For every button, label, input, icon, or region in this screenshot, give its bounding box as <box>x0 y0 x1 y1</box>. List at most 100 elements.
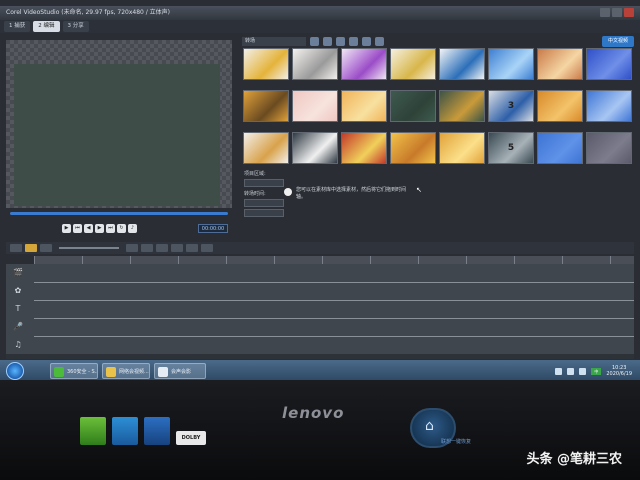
zoom-slider[interactable] <box>59 247 119 249</box>
play-icon[interactable]: ▶ <box>62 224 71 233</box>
repeat-icon[interactable]: ↻ <box>117 224 126 233</box>
library-thumbnail[interactable]: 5 <box>488 132 534 164</box>
mixer-icon[interactable] <box>171 244 183 252</box>
option-2-dropdown[interactable] <box>244 199 284 207</box>
taskbar-task[interactable]: 会声会影 <box>154 363 206 379</box>
next-frame-icon[interactable]: ▶ <box>95 224 104 233</box>
clock-date: 2020/6/19 <box>606 371 632 377</box>
thumbnail-number: 5 <box>507 143 515 153</box>
volume-tray-icon[interactable] <box>567 367 575 375</box>
library-thumbnail[interactable] <box>292 132 338 164</box>
start-button[interactable] <box>6 362 24 380</box>
option-1-dropdown[interactable] <box>244 179 284 187</box>
timeline-toolbar <box>6 242 634 254</box>
first-frame-icon[interactable]: ⏮ <box>73 224 82 233</box>
step-tab-1[interactable]: 1 捕获 <box>4 21 31 32</box>
library-thumbnail[interactable] <box>341 132 387 164</box>
library-hint-text: 您可以在素材库中选择素材，然后将它们拖到时间轴。 <box>296 187 407 200</box>
app-icon <box>106 367 116 377</box>
system-clock[interactable]: 10:23 2020/6/19 <box>606 365 632 377</box>
geforce-sticker <box>80 417 106 445</box>
library-thumbnail[interactable] <box>586 132 632 164</box>
app-title-bar: Corel VideoStudio (未命名, 29.97 fps, 720x4… <box>0 6 640 20</box>
app-icon <box>54 367 64 377</box>
network-icon[interactable] <box>555 367 563 375</box>
redo-icon[interactable] <box>141 244 153 252</box>
security-tray-icon[interactable] <box>579 367 587 375</box>
library-thumbnail[interactable] <box>586 90 632 122</box>
track-type-icon[interactable]: 🎬 <box>12 268 24 278</box>
option-2-label: 转场时间: <box>244 191 266 197</box>
library-thumbnail[interactable] <box>341 48 387 80</box>
volume-icon[interactable]: ♪ <box>128 224 137 233</box>
step-tab-2[interactable]: 2 编辑 <box>33 21 60 32</box>
library-thumbnail[interactable] <box>439 90 485 122</box>
taskbar-task[interactable]: 网络会视频... <box>102 363 150 379</box>
playback-controls: ▶ ⏮ ◀ ▶ ⏭ ↻ ♪ <box>62 224 137 233</box>
library-thumbnail[interactable] <box>292 48 338 80</box>
track-divider <box>34 282 634 283</box>
library-thumbnail[interactable] <box>488 48 534 80</box>
input-method-badge[interactable]: 中 <box>591 367 602 375</box>
prev-frame-icon[interactable]: ◀ <box>84 224 93 233</box>
preview-scrubber[interactable] <box>10 212 228 215</box>
track-manager-icon[interactable] <box>186 244 198 252</box>
library-thumbnail[interactable] <box>439 132 485 164</box>
settings-icon[interactable] <box>375 36 384 46</box>
undo-icon[interactable] <box>126 244 138 252</box>
timeline-view-icon[interactable] <box>25 244 37 252</box>
import-icon[interactable] <box>310 36 319 46</box>
library-thumbnail[interactable] <box>292 90 338 122</box>
thumbnail-number: 3 <box>507 101 515 111</box>
windows-sticker <box>112 417 138 445</box>
mouse-cursor-icon: ↖ <box>416 186 422 194</box>
library-thumbnail[interactable] <box>243 48 289 80</box>
taskbar-task[interactable]: 360安全 - S... <box>50 363 98 379</box>
maximize-button[interactable] <box>612 8 622 17</box>
track-type-icon[interactable]: ♫ <box>12 340 24 350</box>
recovery-button-label: 联想一键恢复 <box>441 439 472 445</box>
view-icon[interactable] <box>362 36 371 46</box>
timeline-scrollbar[interactable] <box>6 354 634 359</box>
track-type-icon[interactable]: 🎤 <box>12 322 24 332</box>
library-thumbnail[interactable] <box>439 48 485 80</box>
library-category-select[interactable]: 转场 <box>242 36 306 46</box>
track-divider <box>34 336 634 337</box>
library-thumbnail[interactable]: 3 <box>488 90 534 122</box>
library-thumbnail[interactable] <box>390 48 436 80</box>
library-thumbnail[interactable] <box>537 90 583 122</box>
chapter-icon[interactable] <box>201 244 213 252</box>
close-button[interactable] <box>624 8 634 17</box>
library-thumbnail[interactable] <box>586 48 632 80</box>
app-title: Corel VideoStudio (未命名, 29.97 fps, 720x4… <box>6 9 171 16</box>
step-tab-3[interactable]: 3 分享 <box>62 21 89 32</box>
library-thumbnail[interactable] <box>341 90 387 122</box>
effects-icon[interactable] <box>336 36 345 46</box>
taskbar-task-label: 360安全 - S... <box>67 369 98 375</box>
home-icon: ⌂ <box>425 418 434 434</box>
timecode-display[interactable]: 00:00:00 <box>198 224 228 233</box>
library-thumbnail-grid: 35 <box>243 48 635 164</box>
taskbar-task-label: 网络会视频... <box>119 369 149 375</box>
folder-icon[interactable] <box>323 36 332 46</box>
library-thumbnail[interactable] <box>243 132 289 164</box>
track-type-icon[interactable]: T <box>12 304 24 314</box>
timeline-ruler[interactable] <box>34 256 634 264</box>
preview-panel <box>6 40 232 208</box>
audio-view-icon[interactable] <box>40 244 52 252</box>
library-thumbnail[interactable] <box>243 90 289 122</box>
sort-icon[interactable] <box>349 36 358 46</box>
track-type-icon[interactable]: ✿ <box>12 286 24 296</box>
library-thumbnail[interactable] <box>537 48 583 80</box>
option-3-dropdown[interactable] <box>244 209 284 217</box>
dolby-sticker: DOLBY <box>176 431 206 445</box>
last-frame-icon[interactable]: ⏭ <box>106 224 115 233</box>
library-thumbnail[interactable] <box>390 90 436 122</box>
brand-badge: 中文视频 <box>602 35 634 47</box>
storyboard-view-icon[interactable] <box>10 244 22 252</box>
library-thumbnail[interactable] <box>390 132 436 164</box>
record-icon[interactable] <box>156 244 168 252</box>
windows-taskbar: 360安全 - S... 网络会视频... 会声会影 中 10:23 2020/6/… <box>0 360 640 382</box>
minimize-button[interactable] <box>600 8 610 17</box>
library-thumbnail[interactable] <box>537 132 583 164</box>
